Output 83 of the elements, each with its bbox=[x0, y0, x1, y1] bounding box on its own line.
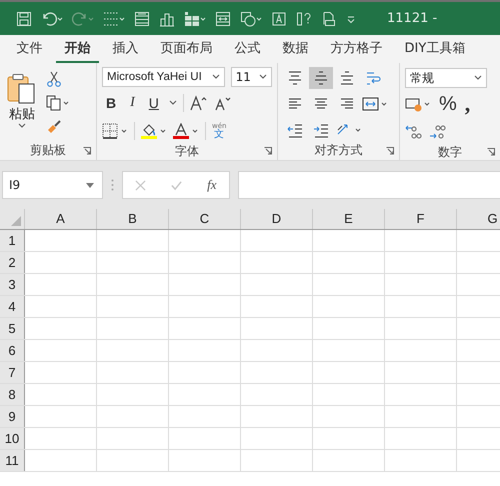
row-header[interactable]: 3 bbox=[0, 274, 25, 295]
insert-function-button[interactable]: fx bbox=[207, 177, 217, 193]
grow-font-icon[interactable] bbox=[190, 95, 208, 111]
row-header[interactable]: 6 bbox=[0, 340, 25, 361]
fill-color-icon[interactable] bbox=[141, 123, 167, 139]
ribbon-tab[interactable]: DIY工具箱 bbox=[396, 35, 474, 63]
ribbon-tab[interactable]: 公式 bbox=[226, 35, 269, 63]
dialog-launcher-icon[interactable] bbox=[386, 147, 394, 155]
column-header[interactable]: B bbox=[97, 209, 169, 229]
ribbon-tab[interactable]: 方方格子 bbox=[322, 35, 391, 63]
dialog-launcher-icon[interactable] bbox=[264, 147, 272, 155]
align-top-icon bbox=[286, 70, 304, 86]
column-header[interactable]: C bbox=[169, 209, 241, 229]
bold-button[interactable]: B bbox=[102, 95, 120, 111]
font-name-dropdown[interactable]: Microsoft YaHei UI bbox=[102, 67, 225, 87]
align-middle-button[interactable] bbox=[309, 67, 333, 89]
align-indent-icon bbox=[312, 122, 330, 138]
font-size-dropdown[interactable]: 11 bbox=[230, 67, 272, 87]
align-outdent-icon bbox=[286, 122, 304, 138]
chart-icon[interactable] bbox=[159, 10, 175, 26]
print-preview-icon[interactable] bbox=[321, 10, 337, 26]
borders-icon[interactable] bbox=[102, 123, 128, 139]
ribbon-tab[interactable]: 文件 bbox=[8, 35, 51, 63]
increase-decimal-icon[interactable] bbox=[405, 124, 423, 140]
row-header[interactable]: 1 bbox=[0, 230, 25, 251]
caret-icon bbox=[259, 74, 267, 80]
caret-icon[interactable] bbox=[168, 100, 177, 106]
row-header[interactable]: 10 bbox=[0, 428, 25, 449]
shapes-icon[interactable] bbox=[240, 10, 262, 26]
dialog-launcher-icon[interactable] bbox=[83, 147, 91, 155]
table-icon[interactable] bbox=[184, 10, 206, 26]
caret-icon bbox=[212, 74, 220, 80]
caret-icon bbox=[474, 75, 482, 81]
number-format-dropdown[interactable]: 常规 bbox=[405, 68, 487, 88]
cut-icon[interactable] bbox=[45, 71, 63, 87]
ribbon-tab[interactable]: 页面布局 bbox=[152, 35, 221, 63]
align-middle-icon bbox=[312, 70, 330, 86]
text-box-icon[interactable] bbox=[271, 10, 287, 26]
paste-button[interactable]: 粘贴 bbox=[5, 67, 39, 140]
ribbon-tab[interactable]: 数据 bbox=[274, 35, 317, 63]
currency-format-icon[interactable] bbox=[405, 96, 431, 112]
shrink-font-icon[interactable] bbox=[214, 95, 232, 111]
form-icon[interactable] bbox=[134, 10, 150, 26]
clipboard-icon bbox=[7, 73, 37, 105]
wrap-text-icon bbox=[364, 70, 382, 86]
row-header[interactable]: 4 bbox=[0, 296, 25, 317]
italic-button[interactable]: I bbox=[126, 95, 139, 111]
column-header[interactable]: A bbox=[25, 209, 97, 229]
name-box[interactable]: I9 bbox=[2, 171, 103, 199]
row-header[interactable]: 7 bbox=[0, 362, 25, 383]
percent-button[interactable]: % bbox=[437, 92, 459, 116]
ribbon-tab[interactable]: 插入 bbox=[104, 35, 147, 63]
column-header[interactable]: G bbox=[457, 209, 500, 229]
group-label: 剪贴板 bbox=[30, 142, 66, 158]
row-header[interactable]: 2 bbox=[0, 252, 25, 273]
undo-icon[interactable] bbox=[41, 10, 63, 26]
save-icon[interactable] bbox=[16, 10, 32, 26]
copy-icon[interactable] bbox=[45, 95, 71, 111]
font-color-icon[interactable] bbox=[173, 123, 199, 139]
window-title: 11121 - bbox=[387, 11, 438, 26]
group-label: 对齐方式 bbox=[314, 142, 362, 159]
row-header[interactable]: 5 bbox=[0, 318, 25, 339]
underline-button[interactable]: U bbox=[144, 95, 163, 111]
decrease-decimal-icon[interactable] bbox=[429, 124, 447, 140]
help-icon[interactable] bbox=[296, 10, 312, 26]
dropdown-arrow-icon bbox=[86, 182, 94, 188]
row-header[interactable]: 8 bbox=[0, 384, 25, 405]
merge-cells-icon bbox=[362, 96, 388, 112]
corner-triangle-icon bbox=[11, 216, 21, 226]
comma-style-button[interactable]: , bbox=[464, 93, 470, 115]
row-header[interactable]: 9 bbox=[0, 406, 25, 427]
column-header[interactable]: F bbox=[385, 209, 457, 229]
formula-input[interactable] bbox=[238, 171, 500, 199]
column-header[interactable]: D bbox=[241, 209, 313, 229]
caret-icon bbox=[18, 123, 26, 129]
row-header[interactable]: 11 bbox=[0, 450, 25, 471]
column-header[interactable]: E bbox=[313, 209, 385, 229]
dialog-launcher-icon[interactable] bbox=[487, 148, 495, 156]
grip-icon bbox=[111, 179, 114, 191]
group-label: 字体 bbox=[175, 143, 199, 160]
fit-width-icon[interactable] bbox=[215, 10, 231, 26]
align-bottom-icon bbox=[338, 70, 356, 86]
group-label: 数字 bbox=[438, 144, 462, 161]
